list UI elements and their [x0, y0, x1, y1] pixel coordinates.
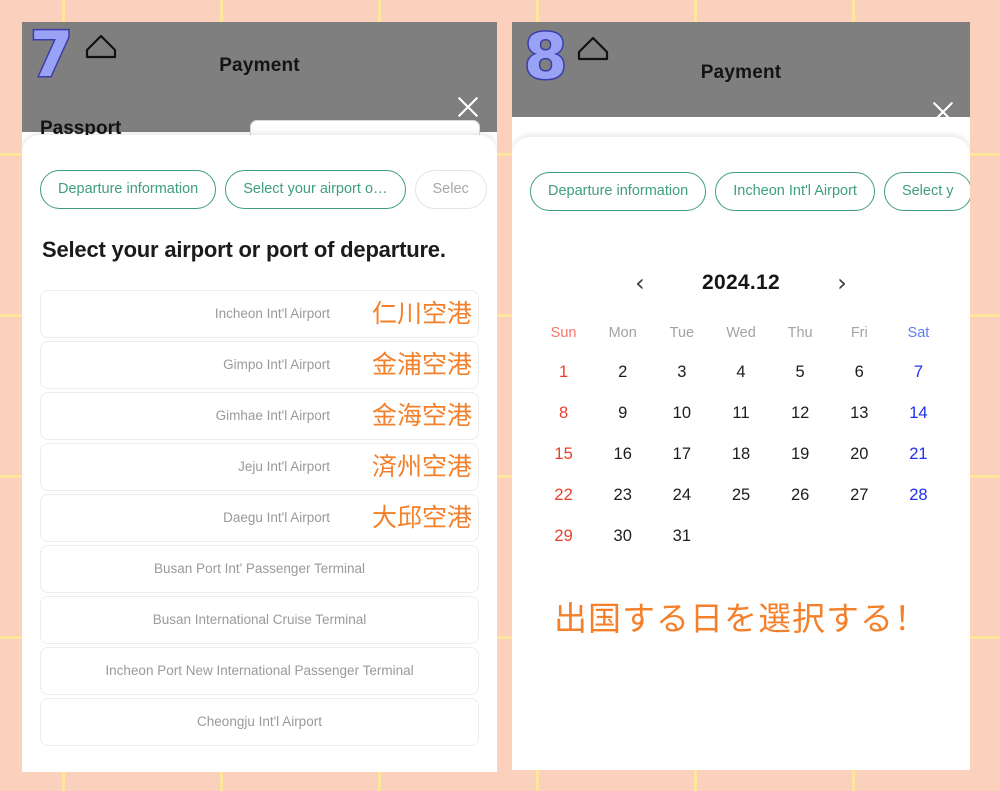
weekday-label: Wed	[726, 324, 756, 341]
airport-name: Cheongju Int'l Airport	[197, 714, 322, 730]
calendar-day[interactable]: 13	[830, 404, 889, 423]
right-bottom-sheet: Departure information Incheon Int'l Airp…	[512, 137, 970, 770]
calendar-day[interactable]: 10	[652, 404, 711, 423]
calendar-day[interactable]: 8	[534, 404, 593, 423]
airport-name: Gimhae Int'l Airport	[215, 408, 330, 424]
calendar-day[interactable]: 6	[830, 363, 889, 382]
calendar-day[interactable]: 2	[593, 363, 652, 382]
screen-step-8: Payment Departure information Incheon In…	[512, 22, 970, 770]
airport-list: Incheon Int'l Airport 仁川空港 Gimpo Int'l A…	[40, 290, 479, 747]
calendar-day[interactable]: 12	[771, 404, 830, 423]
calendar-day[interactable]: 7	[889, 363, 948, 382]
calendar-day[interactable]: 25	[711, 486, 770, 505]
list-item[interactable]: Jeju Int'l Airport 済州空港	[40, 443, 479, 492]
calendar-nav: ‹ 2024.12 ›	[512, 271, 970, 295]
calendar-day[interactable]: 4	[711, 363, 770, 382]
chip-select-date[interactable]: Select y	[883, 172, 970, 211]
home-icon[interactable]	[84, 30, 118, 60]
calendar-annotation: 出国する日を選択する！	[554, 599, 928, 637]
airport-annotation: 金浦空港	[371, 351, 472, 380]
calendar-day-empty	[830, 527, 889, 546]
calendar-day[interactable]: 5	[771, 363, 830, 382]
weekday-label: Mon	[608, 324, 637, 341]
calendar-day-empty	[711, 527, 770, 546]
calendar-day[interactable]: 11	[711, 404, 770, 423]
home-icon[interactable]	[576, 32, 610, 62]
calendar-day[interactable]: 26	[771, 486, 830, 505]
calendar-day[interactable]: 24	[652, 486, 711, 505]
screen-step-7: Payment Passport Departure information S…	[22, 22, 497, 772]
airport-name: Jeju Int'l Airport	[238, 459, 330, 475]
airport-annotation: 大邱空港	[371, 504, 472, 533]
airport-name: Busan Port Int' Passenger Terminal	[154, 561, 365, 577]
close-icon[interactable]	[928, 97, 958, 127]
calendar-day-empty	[889, 527, 948, 546]
weekday-label: Thu	[787, 324, 813, 341]
step-badge-8: 8	[522, 20, 568, 93]
weekday-label: Tue	[669, 324, 695, 341]
left-breadcrumb: Departure information Select your airpor…	[22, 135, 497, 209]
calendar-day[interactable]: 15	[534, 445, 593, 464]
calendar-day[interactable]: 14	[889, 404, 948, 423]
left-sheet-heading: Select your airport or port of departure…	[42, 236, 446, 262]
next-month-icon[interactable]: ›	[832, 271, 852, 295]
chip-incheon-airport[interactable]: Incheon Int'l Airport	[715, 172, 875, 211]
chip-departure-information[interactable]: Departure information	[40, 170, 217, 209]
airport-annotation: 金海空港	[371, 402, 472, 431]
list-item[interactable]: Gimhae Int'l Airport 金海空港	[40, 392, 479, 441]
calendar-day[interactable]: 17	[652, 445, 711, 464]
calendar-month-label: 2024.12	[701, 270, 780, 294]
calendar-day[interactable]: 9	[593, 404, 652, 423]
list-item[interactable]: Gimpo Int'l Airport 金浦空港	[40, 341, 479, 390]
calendar-day[interactable]: 22	[534, 486, 593, 505]
calendar-day[interactable]: 21	[889, 445, 948, 464]
airport-annotation: 済州空港	[371, 453, 472, 482]
calendar-day[interactable]: 20	[830, 445, 889, 464]
airport-name: Incheon Port New International Passenger…	[105, 663, 414, 679]
close-icon[interactable]	[453, 92, 483, 122]
calendar-grid: Sun Mon Tue Wed Thu Fri Sat 1 2 3 4 5 6 …	[534, 325, 948, 546]
prev-month-icon[interactable]: ‹	[630, 271, 650, 295]
calendar-day[interactable]: 30	[593, 527, 652, 546]
calendar-day-empty	[771, 527, 830, 546]
airport-name: Incheon Int'l Airport	[214, 306, 330, 322]
airport-name: Gimpo Int'l Airport	[223, 357, 330, 373]
calendar-day[interactable]: 31	[652, 527, 711, 546]
right-page-title: Payment	[700, 62, 782, 83]
calendar-day[interactable]: 1	[534, 363, 593, 382]
right-breadcrumb: Departure information Incheon Int'l Airp…	[512, 137, 970, 211]
list-item[interactable]: Incheon Int'l Airport 仁川空港	[40, 290, 479, 339]
list-item[interactable]: Daegu Int'l Airport 大邱空港	[40, 494, 479, 543]
weekday-label: Sun	[550, 324, 577, 341]
airport-name: Daegu Int'l Airport	[223, 510, 330, 526]
list-item[interactable]: Cheongju Int'l Airport	[40, 698, 479, 747]
airport-annotation: 仁川空港	[371, 300, 472, 329]
chip-select-airport[interactable]: Select your airport o…	[225, 170, 406, 209]
calendar-day[interactable]: 28	[889, 486, 948, 505]
calendar-day[interactable]: 3	[652, 363, 711, 382]
chip-departure-information[interactable]: Departure information	[530, 172, 707, 211]
list-item[interactable]: Incheon Port New International Passenger…	[40, 647, 479, 696]
calendar-day[interactable]: 19	[771, 445, 830, 464]
chip-select-next[interactable]: Selec	[414, 170, 487, 209]
calendar-day[interactable]: 29	[534, 527, 593, 546]
list-item[interactable]: Busan Port Int' Passenger Terminal	[40, 545, 479, 594]
calendar-day[interactable]: 18	[711, 445, 770, 464]
list-item[interactable]: Busan International Cruise Terminal	[40, 596, 479, 645]
weekday-label: Fri	[850, 324, 868, 341]
step-badge-7: 7	[28, 18, 74, 91]
left-bottom-sheet: Departure information Select your airpor…	[22, 135, 497, 772]
airport-name: Busan International Cruise Terminal	[152, 612, 367, 628]
weekday-label: Sat	[907, 324, 930, 341]
calendar-day[interactable]: 16	[593, 445, 652, 464]
calendar-day[interactable]: 27	[830, 486, 889, 505]
calendar-day[interactable]: 23	[593, 486, 652, 505]
